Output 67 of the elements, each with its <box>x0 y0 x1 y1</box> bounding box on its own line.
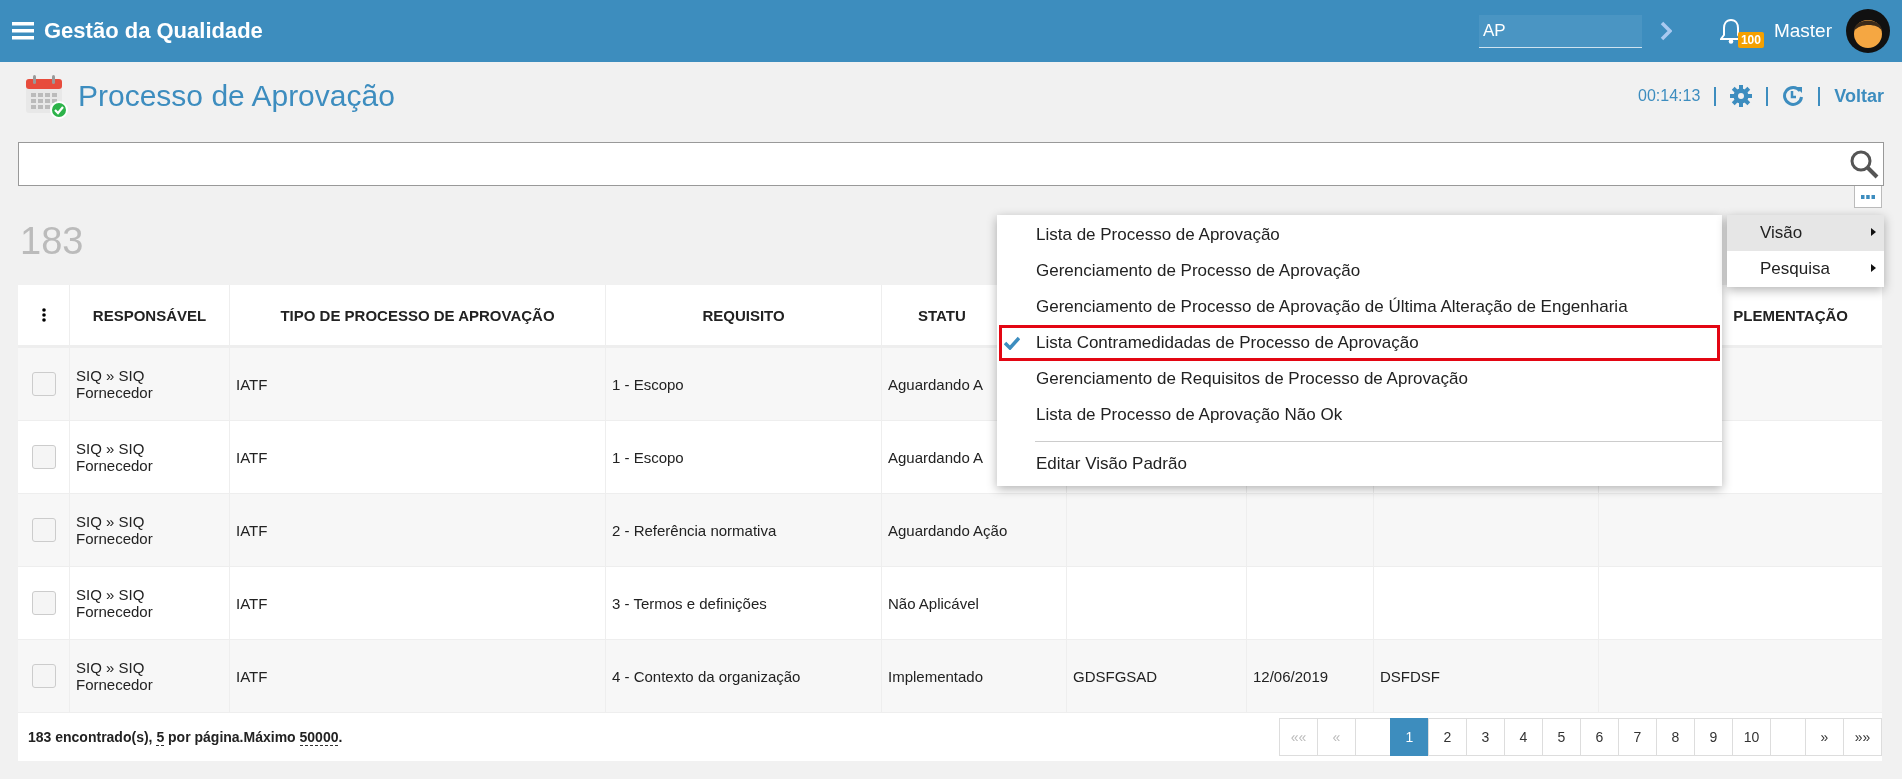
page-button[interactable]: 7 <box>1618 718 1657 756</box>
row-checkbox[interactable] <box>31 664 56 688</box>
table-cell: SIQ » SIQ Fornecedor <box>70 348 230 420</box>
search-icon[interactable] <box>1849 149 1879 179</box>
kebab-icon[interactable] <box>41 308 46 322</box>
table-cell: IATF <box>230 640 606 712</box>
avatar-icon[interactable] <box>1846 9 1890 53</box>
submenu-item[interactable]: Pesquisa <box>1727 251 1884 287</box>
menu-icon[interactable] <box>12 22 34 40</box>
table-cell: IATF <box>230 421 606 493</box>
table-cell: SIQ » SIQ Fornecedor <box>70 567 230 639</box>
submenu-arrow-icon <box>1871 264 1876 272</box>
ellipsis-icon <box>1861 194 1875 199</box>
page-button[interactable]: 6 <box>1580 718 1619 756</box>
table-cell: Não Aplicável <box>882 567 1067 639</box>
app-title: Gestão da Qualidade <box>44 18 263 44</box>
page-button[interactable]: 1 <box>1390 718 1429 756</box>
user-name[interactable]: Master <box>1773 20 1832 42</box>
table-cell: IATF <box>230 567 606 639</box>
page-button[interactable]: 4 <box>1504 718 1543 756</box>
page-button[interactable]: 2 <box>1428 718 1467 756</box>
table-cell: 1 - Escopo <box>606 421 882 493</box>
row-checkbox[interactable] <box>31 518 56 542</box>
table-cell: GDSFGSAD <box>1067 640 1247 712</box>
calendar-check-icon <box>24 73 68 119</box>
inline-link[interactable]: 50000 <box>299 729 339 746</box>
page-button[interactable]: 3 <box>1466 718 1505 756</box>
table-cell: IATF <box>230 348 606 420</box>
table-cell: 3 - Termos e definições <box>606 567 882 639</box>
check-icon <box>1004 336 1020 350</box>
menu-item[interactable]: Lista de Processo de Aprovação <box>999 217 1720 253</box>
notification-badge: 100 <box>1737 32 1764 48</box>
row-checkbox[interactable] <box>31 372 56 396</box>
chevron-right-icon[interactable] <box>1659 21 1672 41</box>
table-cell: SIQ » SIQ Fornecedor <box>70 640 230 712</box>
table-cell: IATF <box>230 494 606 566</box>
row-checkbox[interactable] <box>31 591 56 615</box>
table-cell: SIQ » SIQ Fornecedor <box>70 421 230 493</box>
page-button[interactable]: 8 <box>1656 718 1695 756</box>
table-cell: Implementado <box>882 640 1067 712</box>
table-cell: SIQ » SIQ Fornecedor <box>70 494 230 566</box>
inline-link[interactable]: 5 <box>156 729 165 746</box>
menu-item[interactable]: Lista Contramedidadas de Processo de Aprovação <box>999 325 1720 361</box>
session-timer: 00:14:13 <box>1638 87 1701 105</box>
more-options-button[interactable] <box>1854 186 1882 208</box>
table-cell: 12/06/2019 <box>1247 640 1374 712</box>
table-cell: 2 - Referência normativa <box>606 494 882 566</box>
page-button[interactable]: 9 <box>1694 718 1733 756</box>
page-button[interactable]: 5 <box>1542 718 1581 756</box>
table-cell: Aguardando Ação <box>882 494 1067 566</box>
settings-icon[interactable] <box>1730 85 1753 107</box>
table-cell: 1 - Escopo <box>606 348 882 420</box>
table-cell: 4 - Contexto da organização <box>606 640 882 712</box>
pager-nav-button[interactable]: » <box>1805 718 1844 756</box>
table-cell: DSFDSF <box>1374 640 1599 712</box>
pagination-gap <box>1355 718 1391 756</box>
pager-nav-button[interactable]: »» <box>1843 718 1882 756</box>
submenu-item[interactable]: Visão <box>1727 215 1884 251</box>
page-button[interactable]: 10 <box>1732 718 1771 756</box>
search-field[interactable] <box>18 142 1884 186</box>
page-title: Processo de Aprovação <box>78 79 395 113</box>
bell-icon[interactable] <box>1719 18 1742 44</box>
row-checkbox[interactable] <box>31 445 56 469</box>
history-icon[interactable] <box>1782 85 1805 107</box>
results-summary: 183 encontrado(s), 5 por página.Máximo 50000. <box>28 729 343 745</box>
pagination-gap <box>1770 718 1806 756</box>
submenu-arrow-icon <box>1871 228 1876 236</box>
